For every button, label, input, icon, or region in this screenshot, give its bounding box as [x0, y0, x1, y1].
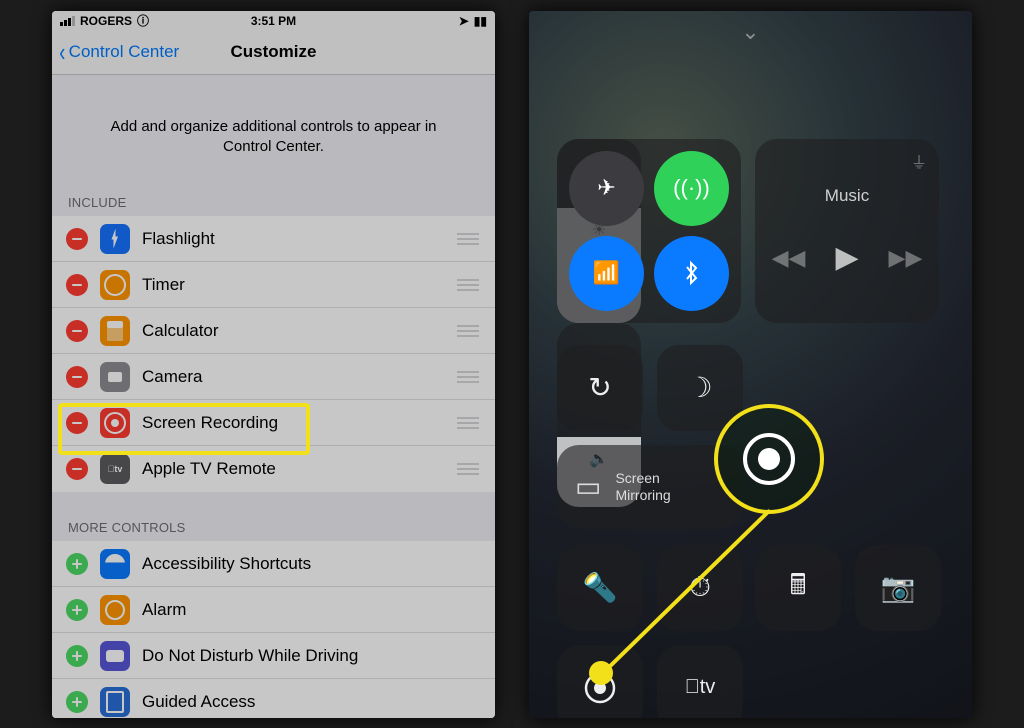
- do-not-disturb-button[interactable]: ☽: [657, 345, 743, 431]
- row-flashlight[interactable]: Flashlight: [52, 216, 495, 262]
- row-calculator[interactable]: Calculator: [52, 308, 495, 354]
- page-title: Customize: [52, 42, 495, 62]
- drag-handle-icon[interactable]: [457, 371, 479, 383]
- flashlight-button[interactable]: 🔦: [557, 545, 643, 631]
- timer-icon: [100, 270, 130, 300]
- row-label: Do Not Disturb While Driving: [142, 646, 479, 666]
- row-label: Calculator: [142, 321, 457, 341]
- row-label: Accessibility Shortcuts: [142, 554, 479, 574]
- bluetooth-button[interactable]: [654, 236, 729, 311]
- annotation-highlight-circle-small: [589, 661, 613, 685]
- add-button[interactable]: [66, 553, 88, 575]
- description-text: Add and organize additional controls to …: [52, 75, 495, 190]
- play-button[interactable]: ▶: [835, 240, 858, 275]
- timer-button[interactable]: ⏱: [657, 545, 743, 631]
- nav-bar: ‹ Control Center Customize: [52, 31, 495, 75]
- annotation-highlight-circle-large: [714, 404, 824, 514]
- drag-handle-icon[interactable]: [457, 463, 479, 475]
- add-button[interactable]: [66, 645, 88, 667]
- music-tile[interactable]: ⏚ Music ◀◀ ▶ ▶▶: [755, 139, 939, 323]
- row-label: Camera: [142, 367, 457, 387]
- row-label: Timer: [142, 275, 457, 295]
- include-list: Flashlight Timer Calculator Camera Scree…: [52, 216, 495, 492]
- add-button[interactable]: [66, 599, 88, 621]
- row-dnd-driving[interactable]: Do Not Disturb While Driving: [52, 633, 495, 679]
- row-label: Screen Recording: [142, 413, 457, 433]
- settings-screenshot: ROGERS ⓘ 3:51 PM ➤ ▮▮ ‹ Control Center C…: [52, 11, 495, 718]
- remove-button[interactable]: [66, 274, 88, 296]
- status-bar: ROGERS ⓘ 3:51 PM ➤ ▮▮: [52, 11, 495, 31]
- airplay-icon[interactable]: ⏚: [911, 149, 927, 173]
- row-label: Flashlight: [142, 229, 457, 249]
- drag-handle-icon[interactable]: [457, 417, 479, 429]
- cellular-data-button[interactable]: ((·)): [654, 151, 729, 226]
- screen-mirroring-icon: ▭: [575, 470, 601, 503]
- apple-tv-remote-button[interactable]: tv: [657, 645, 743, 718]
- previous-track-button[interactable]: ◀◀: [772, 245, 806, 271]
- row-guided-access[interactable]: Guided Access: [52, 679, 495, 718]
- car-icon: [100, 641, 130, 671]
- remove-button[interactable]: [66, 320, 88, 342]
- remove-button[interactable]: [66, 412, 88, 434]
- row-label: Alarm: [142, 600, 479, 620]
- flashlight-icon: [100, 224, 130, 254]
- apple-tv-label: tv: [700, 676, 716, 699]
- accessibility-icon: [100, 549, 130, 579]
- more-controls-list: Accessibility Shortcuts Alarm Do Not Dis…: [52, 541, 495, 718]
- row-accessibility-shortcuts[interactable]: Accessibility Shortcuts: [52, 541, 495, 587]
- row-screen-recording[interactable]: Screen Recording: [52, 400, 495, 446]
- chevron-down-icon[interactable]: ⌄: [529, 19, 972, 45]
- guided-access-icon: [100, 687, 130, 717]
- drag-handle-icon[interactable]: [457, 279, 479, 291]
- row-apple-tv-remote[interactable]: tv Apple TV Remote: [52, 446, 495, 492]
- drag-handle-icon[interactable]: [457, 233, 479, 245]
- row-alarm[interactable]: Alarm: [52, 587, 495, 633]
- screen-mirroring-label: Screen Mirroring: [615, 470, 670, 502]
- next-track-button[interactable]: ▶▶: [889, 245, 923, 271]
- remove-button[interactable]: [66, 366, 88, 388]
- row-label: Apple TV Remote: [142, 459, 457, 479]
- calculator-icon: [100, 316, 130, 346]
- more-controls-header: MORE CONTROLS: [52, 514, 495, 541]
- control-center-screenshot: ⌄ ✈ ((·)) 📶 ⏚ Music ◀◀ ▶ ▶▶ ↻ ☽ ☀: [529, 11, 972, 718]
- add-button[interactable]: [66, 691, 88, 713]
- screen-recording-icon: [100, 408, 130, 438]
- row-label: Guided Access: [142, 692, 479, 712]
- include-header: INCLUDE: [52, 189, 495, 216]
- alarm-icon: [100, 595, 130, 625]
- camera-icon: [100, 362, 130, 392]
- apple-tv-icon: tv: [100, 454, 130, 484]
- airplane-mode-button[interactable]: ✈: [569, 151, 644, 226]
- control-center: ⌄ ✈ ((·)) 📶 ⏚ Music ◀◀ ▶ ▶▶ ↻ ☽ ☀: [529, 11, 972, 718]
- remove-button[interactable]: [66, 458, 88, 480]
- music-label: Music: [825, 186, 869, 206]
- camera-button[interactable]: 📷: [855, 545, 941, 631]
- connectivity-tile[interactable]: ✈ ((·)) 📶: [557, 139, 741, 323]
- drag-handle-icon[interactable]: [457, 325, 479, 337]
- orientation-lock-button[interactable]: ↻: [557, 345, 643, 431]
- clock: 3:51 PM: [52, 14, 495, 28]
- record-icon: [743, 433, 795, 485]
- calculator-button[interactable]: 🖩: [755, 545, 841, 631]
- row-camera[interactable]: Camera: [52, 354, 495, 400]
- row-timer[interactable]: Timer: [52, 262, 495, 308]
- wifi-button[interactable]: 📶: [569, 236, 644, 311]
- remove-button[interactable]: [66, 228, 88, 250]
